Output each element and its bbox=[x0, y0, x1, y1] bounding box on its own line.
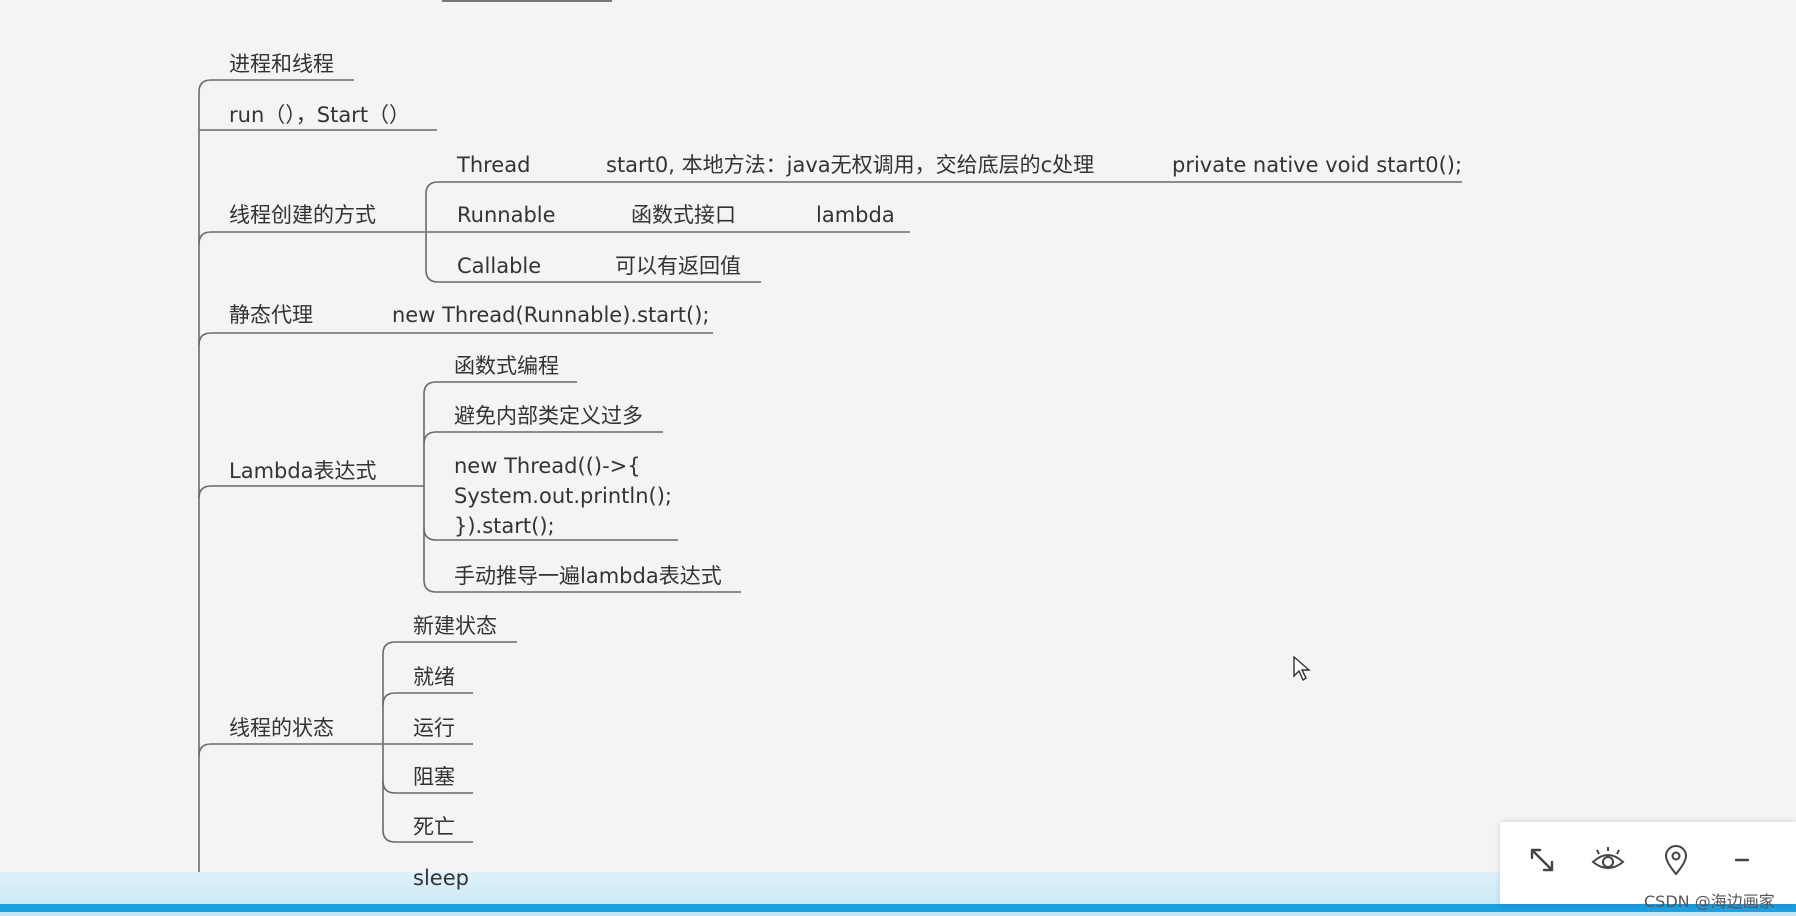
node-functional-programming[interactable]: 函数式编程 bbox=[454, 356, 559, 377]
node-functional-interface[interactable]: 函数式接口 bbox=[631, 205, 736, 226]
view-button[interactable] bbox=[1588, 840, 1628, 880]
node-new-thread-runnable[interactable]: new Thread(Runnable).start(); bbox=[392, 305, 709, 326]
node-lambda-code[interactable]: new Thread(()->{ System.out.println(); }… bbox=[454, 451, 672, 541]
bottom-progress-bar bbox=[0, 904, 1796, 912]
mouse-cursor-icon bbox=[1293, 656, 1311, 682]
node-return-value[interactable]: 可以有返回值 bbox=[615, 256, 741, 277]
edge-n5-n5b bbox=[423, 431, 663, 445]
edge-root-n1 bbox=[198, 79, 354, 93]
node-runnable[interactable]: Runnable bbox=[457, 205, 556, 226]
node-state-running[interactable]: 运行 bbox=[413, 718, 455, 739]
edge-root-n3 bbox=[198, 231, 425, 245]
node-runnable-lambda[interactable]: lambda bbox=[816, 205, 895, 226]
node-derive-lambda[interactable]: 手动推导一遍lambda表达式 bbox=[454, 566, 722, 587]
edge-n3-n3a bbox=[425, 181, 1462, 195]
edge-n6-n6b bbox=[382, 692, 473, 706]
edge-root-n5 bbox=[198, 485, 424, 499]
node-thread[interactable]: Thread bbox=[457, 155, 530, 176]
node-avoid-inner-classes[interactable]: 避免内部类定义过多 bbox=[454, 406, 643, 427]
node-thread-states[interactable]: 线程的状态 bbox=[229, 718, 334, 739]
edge-root-n6 bbox=[198, 743, 382, 757]
minus-icon bbox=[1734, 858, 1750, 862]
node-private-native-start0[interactable]: private native void start0(); bbox=[1172, 155, 1462, 176]
edge-n6-n6a bbox=[382, 641, 517, 655]
zoom-out-button[interactable] bbox=[1722, 840, 1762, 880]
node-callable[interactable]: Callable bbox=[457, 256, 541, 277]
edge-n5-n5a bbox=[423, 381, 577, 395]
node-start0-native[interactable]: start0, 本地方法：java无权调用，交给底层的c处理 bbox=[606, 155, 1094, 176]
node-state-blocked[interactable]: 阻塞 bbox=[413, 767, 455, 788]
eye-icon bbox=[1591, 847, 1625, 869]
watermark: CSDN @海边画家 bbox=[1644, 892, 1775, 911]
edge-root-n4 bbox=[198, 332, 713, 346]
node-state-ready[interactable]: 就绪 bbox=[413, 667, 455, 688]
expand-icon bbox=[1530, 848, 1554, 872]
node-process-and-thread[interactable]: 进程和线程 bbox=[229, 54, 334, 75]
node-state-new[interactable]: 新建状态 bbox=[413, 616, 497, 637]
node-sleep[interactable]: sleep bbox=[413, 868, 469, 889]
node-run-start[interactable]: run（），Start（） bbox=[229, 105, 410, 126]
mind-map-connectors bbox=[198, 79, 1462, 916]
expand-button[interactable] bbox=[1522, 840, 1562, 880]
node-static-proxy[interactable]: 静态代理 bbox=[229, 305, 313, 326]
node-state-dead[interactable]: 死亡 bbox=[413, 817, 455, 838]
node-thread-creation[interactable]: 线程创建的方式 bbox=[229, 205, 376, 226]
node-lambda[interactable]: Lambda表达式 bbox=[229, 461, 377, 482]
location-pin-icon bbox=[1664, 845, 1688, 876]
locate-button[interactable] bbox=[1656, 840, 1696, 880]
